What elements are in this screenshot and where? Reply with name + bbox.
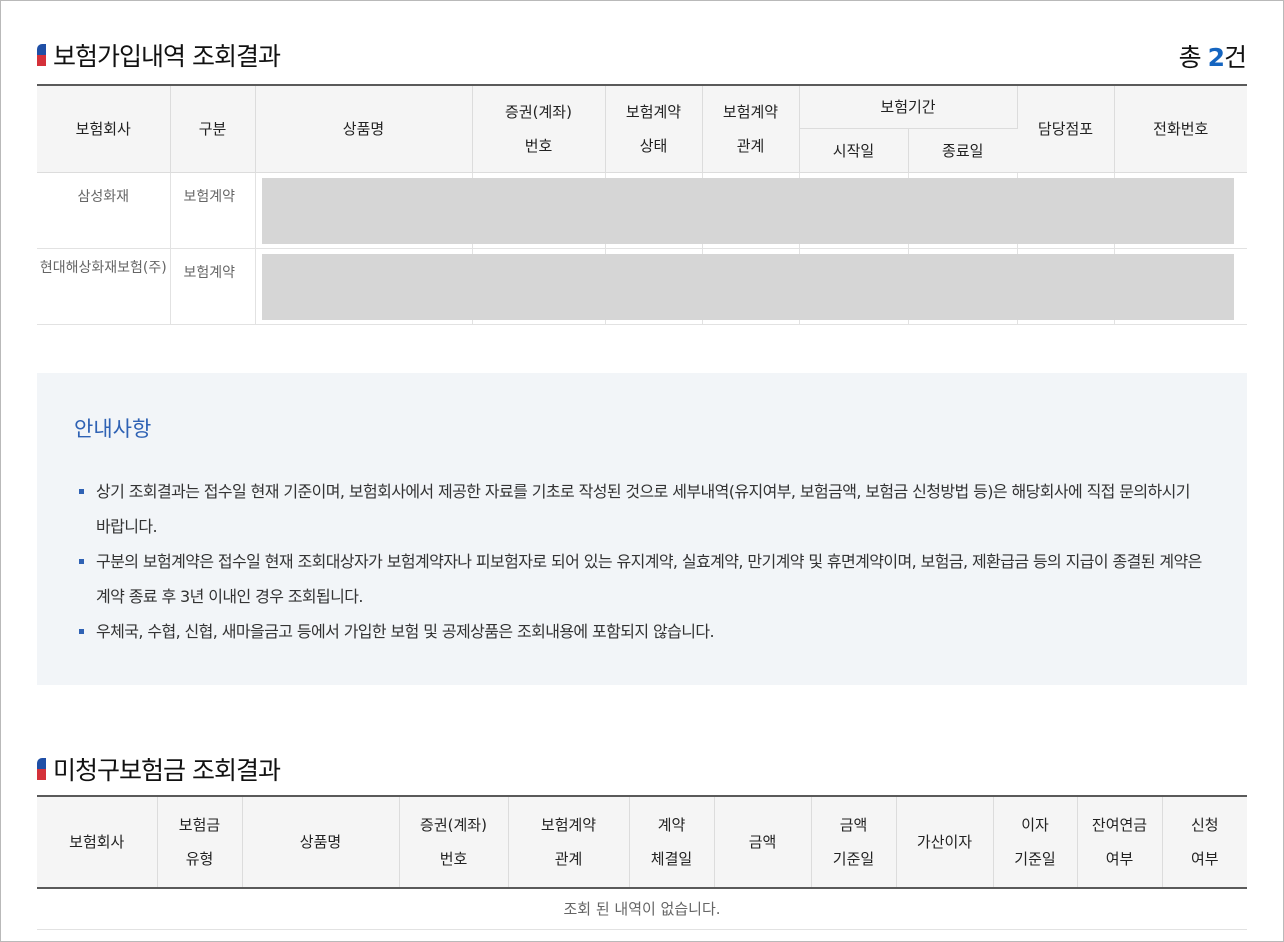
title-mark-icon — [37, 44, 46, 66]
header-claim-type-line1: 보험금 — [178, 816, 221, 834]
cell-company: 현대해상화재보험(주) — [37, 248, 171, 325]
cell-type: 보험계약 — [170, 172, 256, 249]
bullet-icon — [79, 489, 84, 494]
header-relation-line1: 보험계약 — [540, 816, 597, 834]
notice-item-text: 구분의 보험계약은 접수일 현재 조회대상자가 보험계약자나 피보험자로 되어 … — [96, 552, 1202, 606]
notice-list: 상기 조회결과는 접수일 현재 기준이며, 보험회사에서 제공한 자료를 기초로… — [79, 474, 1204, 649]
header-policy-no-line2: 번호 — [439, 850, 468, 868]
header-start-date: 시작일 — [799, 128, 909, 173]
header-end-date: 종료일 — [908, 128, 1018, 173]
header-policy-no: 증권(계좌) 번호 — [399, 795, 509, 889]
header-contract-date-line1: 계약 — [657, 816, 686, 834]
notice-item: 우체국, 수협, 신협, 새마을금고 등에서 가입한 보험 및 공제상품은 조회… — [79, 614, 1204, 649]
header-relation-line2: 관계 — [736, 137, 765, 155]
header-amount-date-line1: 금액 — [839, 816, 868, 834]
header-policy-no-line1: 증권(계좌) — [420, 816, 487, 834]
header-annuity: 잔여연금여부 — [1077, 795, 1163, 889]
header-claim-type: 보험금유형 — [157, 795, 243, 889]
header-company: 보험회사 — [37, 84, 171, 173]
header-status-line1: 보험계약 — [625, 103, 682, 121]
section-title-text: 미청구보험금 조회결과 — [53, 756, 281, 785]
header-apply: 신청여부 — [1162, 795, 1247, 889]
header-claim-type-line2: 유형 — [185, 850, 214, 868]
header-apply-line2: 여부 — [1190, 850, 1219, 868]
header-interest: 가산이자 — [896, 795, 994, 889]
header-phone: 전화번호 — [1114, 84, 1248, 173]
header-period: 보험기간 — [799, 84, 1018, 129]
header-policy-no-line1: 증권(계좌) — [505, 103, 572, 121]
notice-title: 안내사항 — [74, 417, 152, 441]
header-relation-line2: 관계 — [554, 850, 583, 868]
header-type: 구분 — [170, 84, 256, 173]
cell-type: 보험계약 — [170, 248, 256, 325]
cell-company: 삼성화재 — [37, 172, 171, 249]
header-interest-date-line2: 기준일 — [1014, 850, 1056, 868]
header-amount-date-line2: 기준일 — [832, 850, 875, 868]
notice-item-text: 우체국, 수협, 신협, 새마을금고 등에서 가입한 보험 및 공제상품은 조회… — [96, 622, 715, 641]
count-suffix: 건 — [1223, 43, 1247, 72]
count-number: 2 — [1207, 43, 1225, 72]
bullet-icon — [79, 559, 84, 564]
header-status-line2: 상태 — [639, 137, 668, 155]
section-title-unclaimed: 미청구보험금 조회결과 — [37, 751, 281, 787]
header-relation: 보험계약관계 — [702, 84, 800, 173]
title-mark-icon — [37, 758, 46, 780]
notice-box: 안내사항 상기 조회결과는 접수일 현재 기준이며, 보험회사에서 제공한 자료… — [37, 373, 1247, 685]
empty-message: 조회 된 내역이 없습니다. — [37, 887, 1247, 930]
header-policy-no-line2: 번호 — [524, 137, 553, 155]
notice-item-text: 상기 조회결과는 접수일 현재 기준이며, 보험회사에서 제공한 자료를 기초로… — [96, 482, 1191, 536]
section-title-text: 보험가입내역 조회결과 — [53, 42, 281, 71]
header-relation-line1: 보험계약 — [722, 103, 779, 121]
header-amount: 금액 — [714, 795, 812, 889]
header-product: 상품명 — [255, 84, 473, 173]
count-prefix: 총 — [1178, 43, 1208, 72]
header-company: 보험회사 — [37, 795, 158, 889]
header-policy-no: 증권(계좌) 번호 — [472, 84, 606, 173]
header-relation: 보험계약관계 — [508, 795, 630, 889]
header-annuity-line2: 여부 — [1105, 850, 1134, 868]
header-contract-date: 계약체결일 — [629, 795, 715, 889]
section-title-insurance-list: 보험가입내역 조회결과 — [37, 37, 281, 73]
redacted-row-content — [262, 254, 1234, 320]
header-status: 보험계약상태 — [605, 84, 703, 173]
result-count: 총 2건 — [1178, 38, 1247, 74]
header-amount-date: 금액기준일 — [811, 795, 897, 889]
header-interest-date: 이자기준일 — [993, 795, 1078, 889]
redacted-row-content — [262, 178, 1234, 244]
header-product: 상품명 — [242, 795, 400, 889]
notice-item: 구분의 보험계약은 접수일 현재 조회대상자가 보험계약자나 피보험자로 되어 … — [79, 544, 1204, 614]
unclaimed-table: 보험회사 보험금 유형 상품명 증권(계좌) 번호 보험계약 관계 계약 체결일 금액 … — [37, 795, 1247, 930]
header-branch: 담당점포 — [1017, 84, 1115, 173]
header-interest-date-line1: 이자 — [1021, 816, 1049, 834]
header-apply-line1: 신청 — [1190, 816, 1219, 834]
notice-item: 상기 조회결과는 접수일 현재 기준이며, 보험회사에서 제공한 자료를 기초로… — [79, 474, 1204, 544]
header-contract-date-line2: 체결일 — [650, 850, 693, 868]
bullet-icon — [79, 629, 84, 634]
header-annuity-line1: 잔여연금 — [1091, 816, 1148, 834]
